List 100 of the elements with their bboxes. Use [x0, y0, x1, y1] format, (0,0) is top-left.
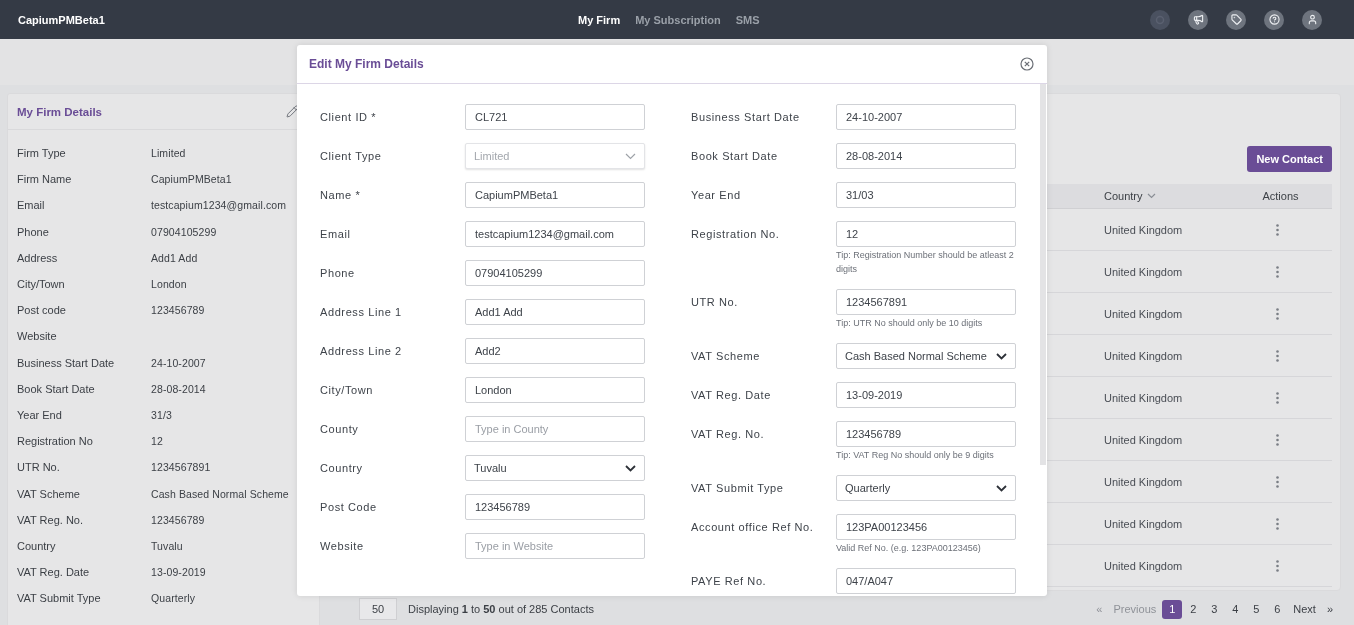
chevron-icon: [625, 464, 636, 472]
hint-text: Tip: VAT Reg No should only be 9 digits: [836, 449, 995, 462]
more-icon[interactable]: [1276, 475, 1279, 488]
field-label: VAT Submit Type: [691, 481, 785, 496]
input-field[interactable]: CL721: [465, 104, 645, 130]
detail-value: 24-10-2007: [151, 356, 207, 369]
new-contact-button[interactable]: New Contact: [1247, 146, 1332, 172]
circle-icon[interactable]: [1150, 9, 1170, 30]
detail-label: VAT Reg. No.: [17, 513, 85, 526]
input-field[interactable]: CapiumPMBeta1: [465, 182, 645, 208]
field-label: Address Line 2: [320, 344, 403, 359]
detail-label: Address: [17, 251, 59, 264]
more-icon[interactable]: [1276, 559, 1279, 572]
hint-text: Tip: Registration Number should be atleast 2 digits: [836, 249, 1015, 276]
detail-value: Tuvalu: [151, 539, 184, 552]
next-arrow[interactable]: »: [1326, 603, 1333, 615]
next-link[interactable]: Next: [1293, 603, 1316, 615]
chevron-icon: [996, 484, 1007, 492]
input-field[interactable]: 047/A047: [836, 568, 1016, 594]
detail-label: Website: [17, 330, 58, 343]
column-header: Actions: [1262, 190, 1299, 202]
table-cell-text: United Kingdom: [1104, 475, 1184, 488]
input-field[interactable]: 07904105299: [465, 260, 645, 286]
more-icon[interactable]: [1276, 349, 1279, 362]
table-cell-text: United Kingdom: [1104, 265, 1184, 278]
detail-value: Cash Based Normal Scheme: [151, 487, 290, 500]
help-icon[interactable]: [1264, 9, 1284, 30]
dialog-title: Edit My Firm Details: [309, 57, 424, 71]
page-link[interactable]: 1: [1162, 599, 1183, 619]
detail-label: Business Start Date: [17, 356, 116, 369]
tag-icon[interactable]: [1226, 9, 1246, 30]
input-field[interactable]: 123456789: [836, 421, 1016, 447]
table-cell-text: United Kingdom: [1104, 559, 1184, 572]
input-field[interactable]: 31/03: [836, 182, 1016, 208]
more-icon[interactable]: [1276, 433, 1279, 446]
detail-label: City/Town: [17, 278, 66, 291]
input-field[interactable]: Add1 Add: [465, 299, 645, 325]
detail-label: VAT Scheme: [17, 487, 81, 500]
detail-value: 13-09-2019: [151, 566, 207, 579]
nav-link[interactable]: My Firm: [578, 13, 621, 26]
nav-link[interactable]: SMS: [735, 13, 760, 26]
input-field[interactable]: 13-09-2019: [836, 382, 1016, 408]
scrollbar[interactable]: [1040, 84, 1046, 465]
megaphone-icon[interactable]: [1188, 9, 1208, 30]
nav-link[interactable]: My Subscription: [635, 13, 721, 26]
more-icon[interactable]: [1276, 265, 1279, 278]
more-icon[interactable]: [1276, 517, 1279, 530]
field-label: Phone: [320, 266, 356, 281]
page-link[interactable]: 5: [1246, 599, 1267, 619]
column-header[interactable]: Country: [1104, 190, 1156, 202]
input-field[interactable]: testcapium1234@gmail.com: [465, 221, 645, 247]
input-field[interactable]: 123PA00123456: [836, 514, 1016, 540]
table-cell-text: United Kingdom: [1104, 391, 1184, 404]
detail-value: 123456789: [151, 513, 206, 526]
detail-label: VAT Submit Type: [17, 592, 102, 605]
edit-icon[interactable]: [286, 105, 299, 118]
input-field[interactable]: 123456789: [465, 494, 645, 520]
detail-value: Limited: [151, 147, 187, 160]
detail-value: CapiumPMBeta1: [151, 173, 233, 186]
input-field[interactable]: Add2: [465, 338, 645, 364]
dropdown[interactable]: Tuvalu: [465, 455, 645, 481]
table-cell-text: United Kingdom: [1104, 433, 1184, 446]
dropdown[interactable]: Cash Based Normal Scheme: [836, 343, 1016, 369]
field-label: Business Start Date: [691, 110, 801, 125]
table-cell-text: United Kingdom: [1104, 307, 1184, 320]
input-field[interactable]: Type in County: [465, 416, 645, 442]
more-icon[interactable]: [1276, 391, 1279, 404]
detail-value: 07904105299: [151, 225, 218, 238]
input-field[interactable]: 28-08-2014: [836, 143, 1016, 169]
field-label: Year End: [691, 188, 742, 203]
detail-value: Add1 Add: [151, 251, 199, 264]
more-icon[interactable]: [1276, 223, 1279, 236]
detail-value: 28-08-2014: [151, 382, 207, 395]
page-link[interactable]: 3: [1204, 599, 1225, 619]
more-icon[interactable]: [1276, 307, 1279, 320]
field-label: Country: [320, 461, 364, 476]
page-link[interactable]: 6: [1267, 599, 1288, 619]
field-label: Post Code: [320, 500, 378, 515]
field-label: Website: [320, 539, 365, 554]
input-field[interactable]: 1234567891: [836, 289, 1016, 315]
detail-label: VAT Reg. Date: [17, 566, 91, 579]
close-icon[interactable]: [1020, 57, 1034, 71]
page-size-field[interactable]: 50: [359, 598, 397, 620]
input-field[interactable]: 24-10-2007: [836, 104, 1016, 130]
table-cell-text: United Kingdom: [1104, 517, 1184, 530]
dropdown[interactable]: Quarterly: [836, 475, 1016, 501]
field-label: Book Start Date: [691, 149, 779, 164]
page-link[interactable]: 2: [1183, 599, 1204, 619]
detail-label: Email: [17, 199, 46, 212]
card-title: My Firm Details: [17, 105, 102, 118]
field-label: Client ID *: [320, 110, 378, 125]
field-label: Email: [320, 227, 352, 242]
input-field[interactable]: London: [465, 377, 645, 403]
field-label: Client Type: [320, 149, 383, 164]
detail-label: Country: [17, 539, 57, 552]
field-label: Account office Ref No.: [691, 520, 815, 535]
input-field[interactable]: 12: [836, 221, 1016, 247]
page-link[interactable]: 4: [1225, 599, 1246, 619]
user-icon[interactable]: [1302, 9, 1322, 30]
input-field[interactable]: Type in Website: [465, 533, 645, 559]
